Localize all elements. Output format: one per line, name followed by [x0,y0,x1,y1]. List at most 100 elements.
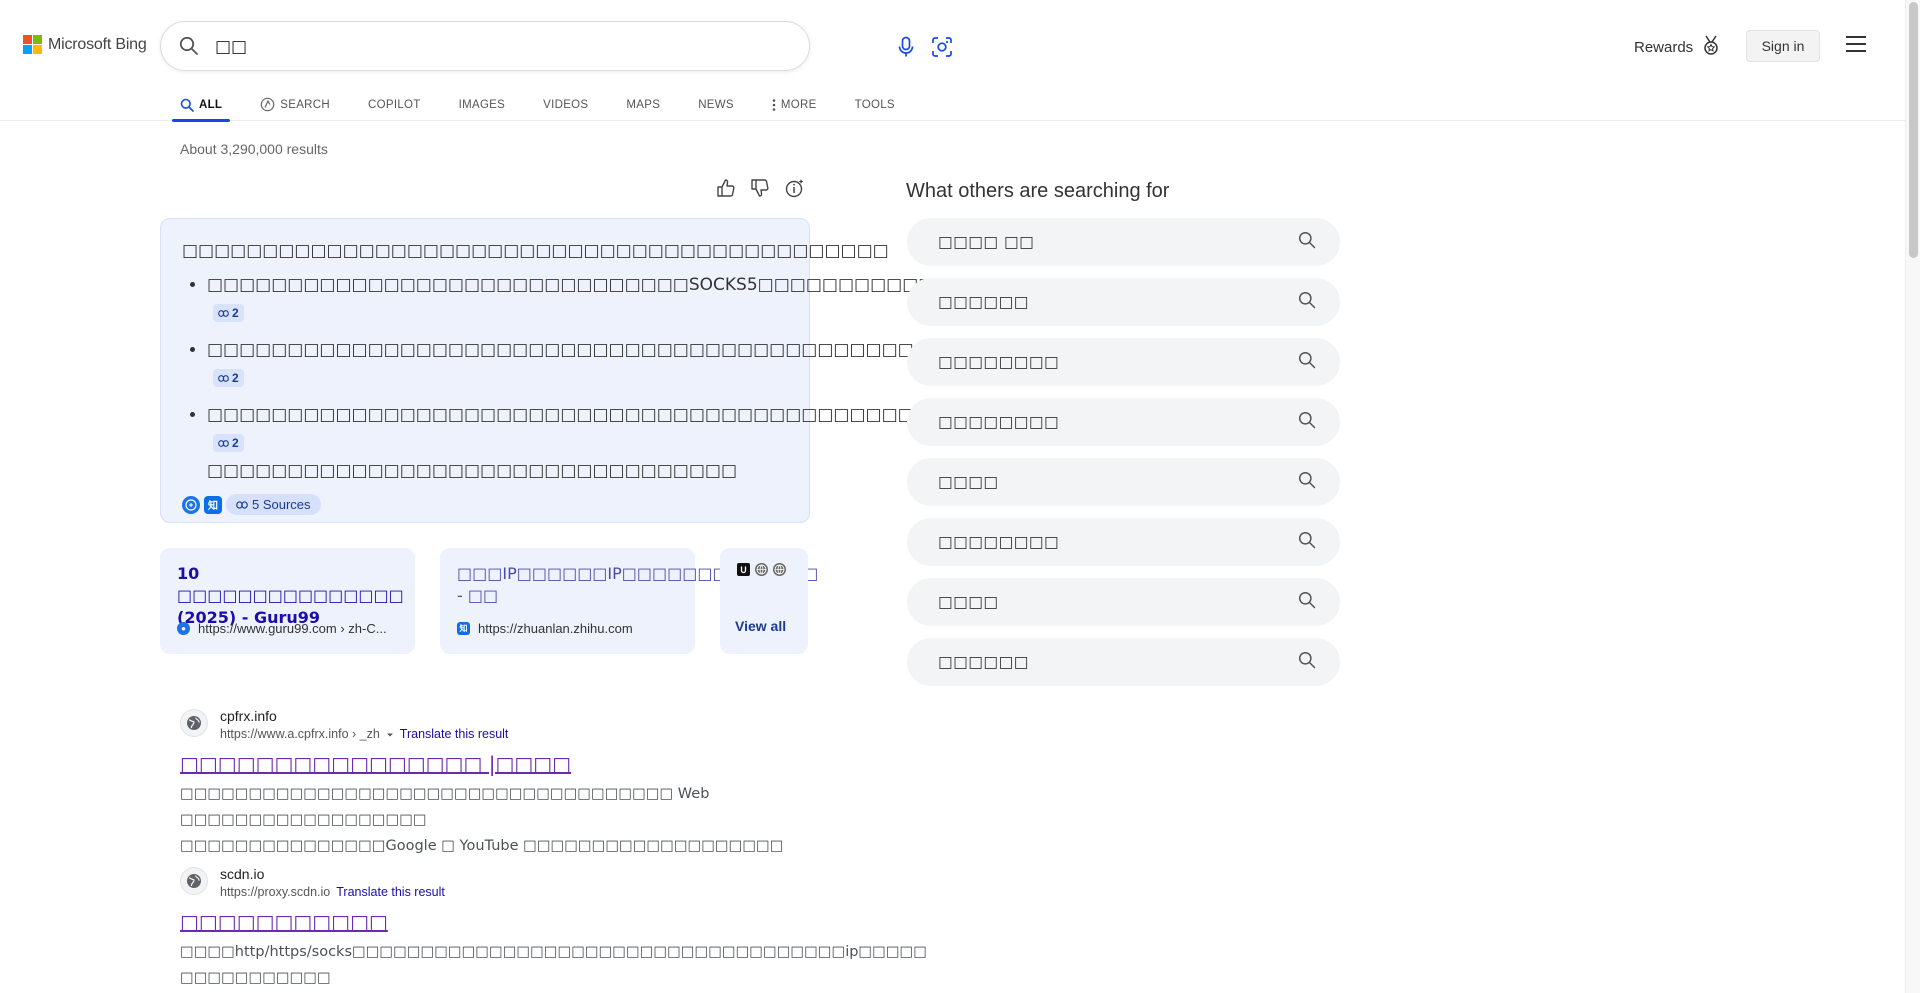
scrollbar-thumb[interactable] [1909,2,1918,258]
search-icon [1298,411,1316,434]
related-search-text: □□□□□□ [938,653,1029,671]
snippet-line: □□□□http/https/socks□□□□□□□□□□□□□□□□□□□□… [180,944,927,960]
result-url[interactable]: https://proxy.scdn.io [220,883,330,901]
chevron-down-icon[interactable] [386,725,394,743]
related-search-text: □□□□ □□ [938,233,1035,251]
search-icon [1298,471,1316,494]
view-all-link[interactable]: View all [735,618,786,634]
thumbs-up-icon[interactable] [716,178,736,203]
microsoft-logo-icon [23,35,42,54]
page-scrollbar[interactable] [1905,0,1920,993]
globe-icon [180,867,208,895]
citation-count: 2 [232,436,239,450]
tab-label: IMAGES [458,98,506,111]
source-url-text: https://www.guru99.com › zh-C... [198,621,387,636]
rewards-button[interactable]: Rewards [1634,34,1721,60]
translate-link[interactable]: Translate this result [336,883,445,901]
tab-copilot[interactable]: COPILOT [360,88,429,121]
bing-logo[interactable]: Microsoft Bing [23,35,147,54]
search-box[interactable] [160,21,952,71]
tab-label: MORE [780,98,817,111]
info-sparkle-icon[interactable] [784,178,806,203]
related-search-item[interactable]: □□□□ [907,578,1340,626]
tab-maps[interactable]: MAPS [618,88,668,121]
mic-icon[interactable] [896,36,916,63]
search-result: cpfrx.info https://www.a.cpfrx.info › _z… [180,707,820,859]
rewards-medal-icon [1701,34,1721,60]
related-search-item[interactable]: □□□□□□□□ [907,338,1340,386]
search-input[interactable] [213,34,693,60]
related-search-text: □□□□□□□□ [938,353,1060,371]
result-title-link[interactable]: □□□□□□□□□□□□□□□□ |□□□□ [180,750,820,778]
result-url[interactable]: https://www.a.cpfrx.info › _zh [220,725,380,743]
citation-badge[interactable]: 2 [213,369,244,387]
source-card[interactable]: 10 □□□□□□□□□□□□□□□ (2025) - Guru99 ● htt… [160,548,415,654]
copilot-answer-card: □□□□□□□□□□□□□□□□□□□□□□□□□□□□□□□□□□□□□□□□… [160,218,1143,523]
sign-in-button[interactable]: Sign in [1746,30,1820,62]
tab-more[interactable]: MORE [764,88,825,121]
citation-badge[interactable]: 2 [213,304,244,322]
view-all-card[interactable]: View all [720,548,808,654]
related-search-item[interactable]: □□□□□□□□ [907,518,1340,566]
result-snippet: □□□□http/https/socks□□□□□□□□□□□□□□□□□□□□… [180,939,927,991]
source-card-url: ● https://www.guru99.com › zh-C... [177,621,387,636]
related-search-text: □□□□□□□□ [938,533,1060,551]
guru99-favicon-icon: ● [177,622,190,635]
citation-count: 2 [232,371,239,385]
visual-search-icon[interactable] [931,36,953,63]
guru99-favicon-icon [182,495,200,514]
search-icon [1298,291,1316,314]
source-card-title[interactable]: □□□IP□□□□□□IP□□□□□□□□□□□□□ - □□ [457,563,818,607]
tab-search[interactable]: SEARCH [252,88,338,121]
tab-label: NEWS [698,98,734,111]
bullet-text: □□□□□□□□□□□□□□□□□□□□□□□□□□□□□□□□□□□□□□□□… [207,340,930,360]
translate-link[interactable]: Translate this result [400,725,509,743]
tab-images[interactable]: IMAGES [451,88,514,121]
link-icon [218,309,229,317]
tab-all[interactable]: ALL [172,88,231,122]
answer-intro: □□□□□□□□□□□□□□□□□□□□□□□□□□□□□□□□□□□□□□□□… [182,241,889,261]
tab-label: COPILOT [368,98,421,111]
tab-label: MAPS [626,98,661,111]
result-site-name[interactable]: cpfrx.info [220,707,508,725]
feedback-bar [716,178,806,203]
sources-button[interactable]: 5 Sources [226,494,321,515]
answer-bullet: □□□□□□□□□□□□□□□□□□□□□□□□□□□□□□SOCKS5□□□□… [207,271,1143,327]
snippet-line: □□□□□□□□□□□□□□□□□□□□□□□□□□□□□□□□□□□□ Web… [180,786,710,828]
result-url-row: https://www.a.cpfrx.info › _zh Translate… [220,725,508,743]
globe-icon [755,563,768,576]
tab-tools[interactable]: TOOLS [847,88,903,121]
related-search-item[interactable]: □□□□□□ [907,638,1340,686]
bullet-text: □□□□□□□□□□□□□□□□□□□□□□□□□□□□□□□□□□□□□□□□… [207,405,995,425]
related-search-item[interactable]: □□□□ □□ [907,218,1340,266]
related-search-text: □□□□ [938,593,999,611]
citation-badge[interactable]: 2 [213,434,244,452]
zhihu-favicon-icon: 知 [204,495,222,514]
related-search-item[interactable]: □□□□□□□□ [907,398,1340,446]
thumbs-down-icon[interactable] [750,178,770,203]
globe-icon [773,563,786,576]
result-site-name[interactable]: scdn.io [220,865,445,883]
related-search-text: □□□□□□ [938,293,1029,311]
related-search-item[interactable]: □□□□ [907,458,1340,506]
tab-news[interactable]: NEWS [690,88,742,121]
snippet-line: □□□□□□□□□□□□□□□Google □ YouTube □□□□□□□□… [180,838,784,854]
tab-videos[interactable]: VIDEOS [535,88,596,121]
hamburger-menu-icon[interactable] [1845,35,1867,58]
source-card[interactable]: □□□IP□□□□□□IP□□□□□□□□□□□□□ - □□ 知 https:… [440,548,818,654]
rewards-label: Rewards [1634,38,1694,56]
result-title-link[interactable]: □□□□□□□□□□□ [180,908,820,936]
source-card-title[interactable]: 10 □□□□□□□□□□□□□□□ (2025) - Guru99 [177,563,404,629]
zhihu-favicon-icon: 知 [457,622,470,635]
site-favicon-icon [737,563,750,576]
search-icon[interactable] [179,36,199,61]
search-icon [1298,591,1316,614]
brand-name: Microsoft Bing [48,35,147,53]
result-site-row: cpfrx.info https://www.a.cpfrx.info › _z… [180,707,820,743]
search-icon [1298,351,1316,374]
link-icon [218,374,229,382]
citation-count: 2 [232,306,239,320]
tab-label: VIDEOS [543,98,589,111]
snippet-line: □□□□□□□□□□□ [180,970,331,986]
related-search-item[interactable]: □□□□□□ [907,278,1340,326]
